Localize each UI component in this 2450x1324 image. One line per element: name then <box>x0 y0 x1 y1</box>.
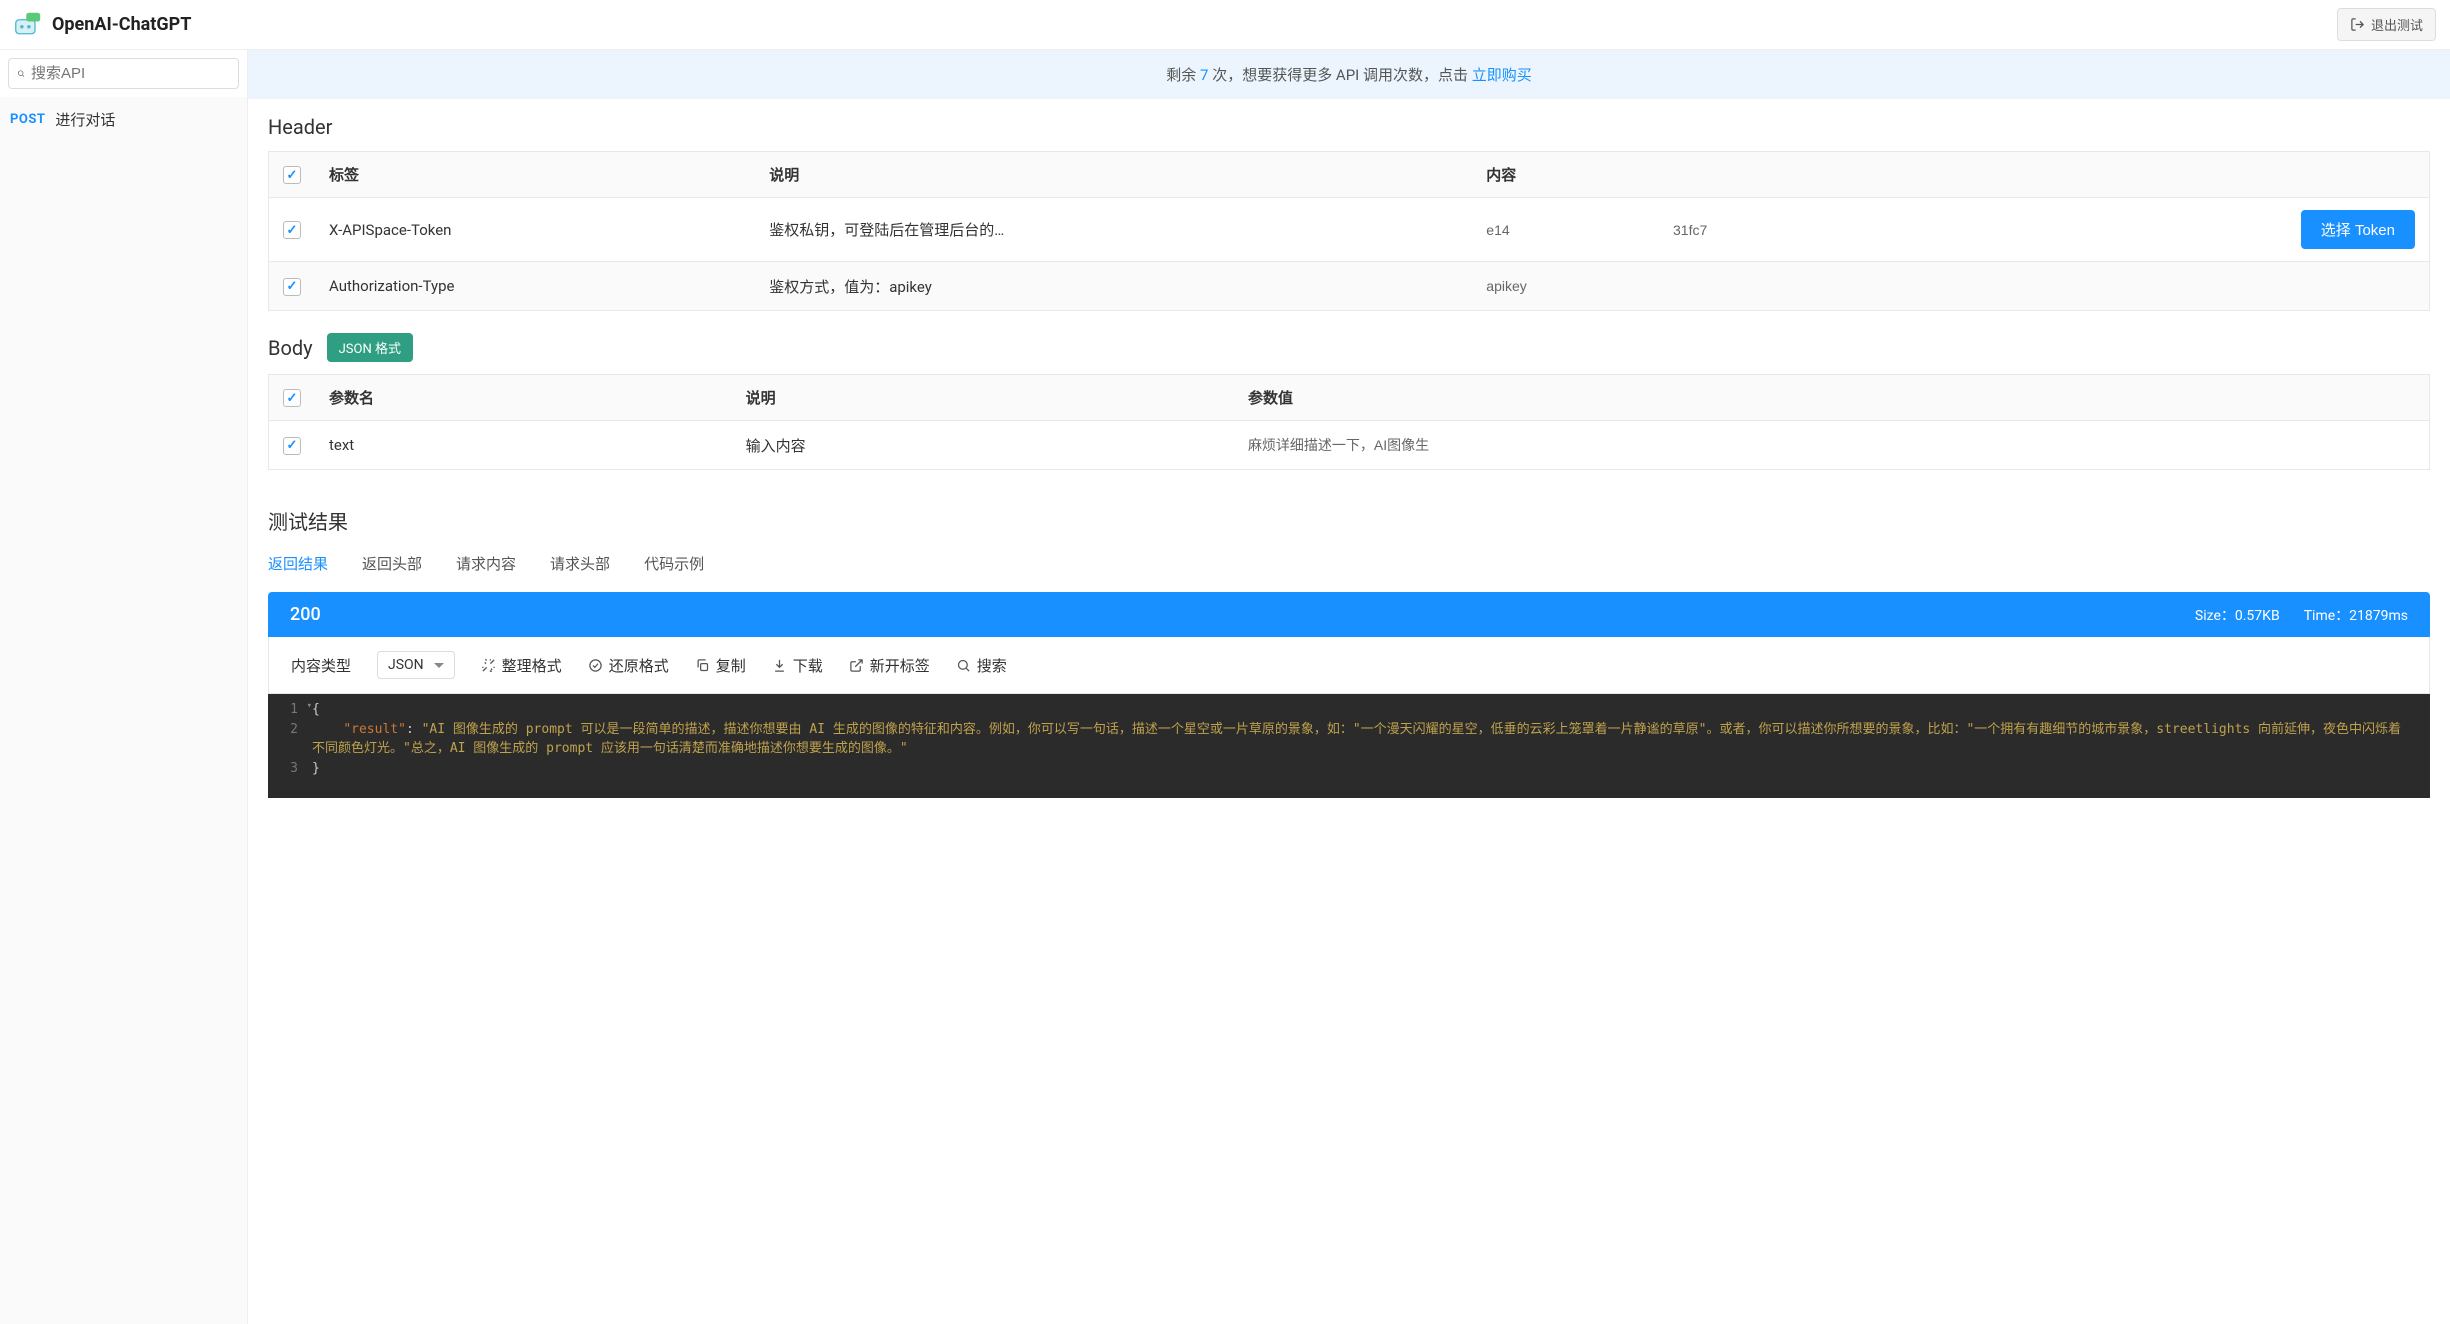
cell-tag: X-APISpace-Token <box>315 198 755 262</box>
copy-button[interactable]: 复制 <box>695 655 746 676</box>
json-format-badge: JSON 格式 <box>327 333 413 362</box>
format-button[interactable]: 整理格式 <box>481 655 562 676</box>
tab-request-header[interactable]: 请求头部 <box>550 549 610 578</box>
tab-response-body[interactable]: 返回结果 <box>268 549 328 578</box>
result-toolbar: 内容类型 JSON 整理格式 还原格式 复制 下载 新开标签 搜索 <box>268 637 2430 694</box>
exit-icon <box>2350 17 2365 32</box>
content-type-label: 内容类型 <box>291 655 351 676</box>
checkbox-all-body[interactable] <box>283 389 301 407</box>
search-result-button[interactable]: 搜索 <box>956 655 1007 676</box>
col-name: 参数名 <box>315 375 732 421</box>
status-code: 200 <box>290 604 321 625</box>
status-time: Time：21879ms <box>2304 605 2408 625</box>
tab-code-sample[interactable]: 代码示例 <box>644 549 704 578</box>
wand-icon <box>481 658 496 673</box>
download-icon <box>772 658 787 673</box>
checkbox[interactable] <box>283 437 301 455</box>
status-bar: 200 Size：0.57KB Time：21879ms <box>268 592 2430 637</box>
table-row: Authorization-Type 鉴权方式，值为：apikey <box>269 262 2430 311</box>
header-section-title: Header <box>268 115 2430 139</box>
topbar: OpenAI-ChatGPT 退出测试 <box>0 0 2450 50</box>
search-input[interactable] <box>25 65 230 82</box>
col-value: 参数值 <box>1234 375 2430 421</box>
header-table: 标签 说明 内容 X-APISpace-Token 鉴权私钥，可登陆后在管理后台… <box>268 151 2430 311</box>
content-type-select[interactable]: JSON <box>377 651 455 679</box>
main: 剩余 7 次，想要获得更多 API 调用次数，点击 立即购买 Header 标签… <box>248 50 2450 1324</box>
search-icon <box>17 66 25 81</box>
response-code[interactable]: 1{ 2 "result": "AI 图像生成的 prompt 可以是一段简单的… <box>268 694 2430 798</box>
download-button[interactable]: 下载 <box>772 655 823 676</box>
checkbox-all-header[interactable] <box>283 166 301 184</box>
col-tag: 标签 <box>315 152 755 198</box>
exit-test-button[interactable]: 退出测试 <box>2337 8 2436 41</box>
search-box[interactable] <box>8 58 239 89</box>
buy-link[interactable]: 立即购买 <box>1472 66 1532 84</box>
cell-desc: 鉴权私钥，可登陆后在管理后台的… <box>755 198 1472 262</box>
cell-desc: 输入内容 <box>732 421 1234 470</box>
tab-response-header[interactable]: 返回头部 <box>362 549 422 578</box>
cell-name: text <box>315 421 732 470</box>
exit-label: 退出测试 <box>2371 15 2423 34</box>
table-row: text 输入内容 <box>269 421 2430 470</box>
body-text-input[interactable] <box>1248 433 1429 457</box>
sidebar: POST 进行对话 <box>0 50 248 1324</box>
new-tab-button[interactable]: 新开标签 <box>849 655 930 676</box>
checkbox[interactable] <box>283 221 301 239</box>
sidebar-item-label: 进行对话 <box>55 109 115 130</box>
quota-banner: 剩余 7 次，想要获得更多 API 调用次数，点击 立即购买 <box>248 50 2450 99</box>
select-token-button[interactable]: 选择 Token <box>2301 210 2415 249</box>
restore-icon <box>588 658 603 673</box>
col-desc: 说明 <box>755 152 1472 198</box>
col-desc: 说明 <box>732 375 1234 421</box>
checkbox[interactable] <box>283 278 301 296</box>
restore-button[interactable]: 还原格式 <box>588 655 669 676</box>
body-section-title: Body <box>268 336 313 360</box>
tab-request-body[interactable]: 请求内容 <box>456 549 516 578</box>
cell-desc: 鉴权方式，值为：apikey <box>755 262 1472 311</box>
status-size: Size：0.57KB <box>2195 605 2280 625</box>
body-table: 参数名 说明 参数值 text 输入内容 <box>268 374 2430 470</box>
app-title: OpenAI-ChatGPT <box>52 14 191 35</box>
token-input[interactable] <box>1486 218 2291 242</box>
sidebar-item-chat[interactable]: POST 进行对话 <box>0 97 247 142</box>
cell-tag: Authorization-Type <box>315 262 755 311</box>
external-icon <box>849 658 864 673</box>
app-logo <box>14 11 42 39</box>
table-row: X-APISpace-Token 鉴权私钥，可登陆后在管理后台的… 选择 Tok… <box>269 198 2430 262</box>
result-tabs: 返回结果 返回头部 请求内容 请求头部 代码示例 <box>248 549 2450 592</box>
copy-icon <box>695 658 710 673</box>
auth-type-input[interactable] <box>1486 274 1667 298</box>
col-content: 内容 <box>1472 152 2429 198</box>
method-badge: POST <box>10 112 45 127</box>
results-title: 测试结果 <box>248 476 2450 549</box>
search-icon <box>956 658 971 673</box>
